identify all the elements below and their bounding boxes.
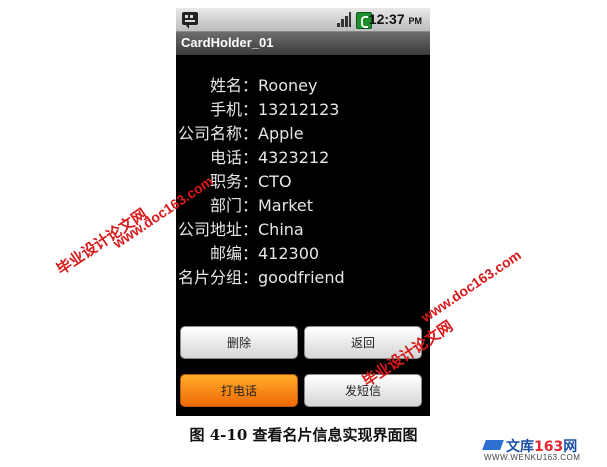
message-icon [182, 12, 198, 29]
logo-url: WWW.WENKU163.COM [484, 453, 581, 462]
status-time: 12:37 PM [368, 11, 422, 27]
field-label: 手机： [209, 100, 258, 119]
watermark-site-url: www.doc163.com [418, 246, 524, 326]
field-label: 电话： [209, 148, 258, 167]
field-label: 职务： [209, 172, 258, 191]
field-position: 职务： CTO [176, 170, 430, 194]
field-label: 名片分组： [177, 268, 258, 287]
field-label: 部门： [209, 196, 258, 215]
wenku163-logo: 文库163网 WWW.WENKU163.COM [482, 436, 604, 464]
field-company: 公司名称： Apple [176, 122, 430, 146]
field-phone: 电话： 4323212 [176, 146, 430, 170]
field-value: 13212123 [258, 100, 340, 119]
field-value: 4323212 [258, 148, 330, 167]
signal-icon [337, 12, 351, 27]
app-title: CardHolder_01 [181, 35, 274, 50]
field-value: Market [258, 196, 313, 215]
graduation-cap-icon [482, 440, 504, 450]
field-label: 姓名： [209, 76, 258, 95]
field-label: 邮编： [209, 244, 258, 263]
field-value: China [258, 220, 304, 239]
field-label: 公司地址： [177, 220, 258, 239]
field-mobile: 手机： 13212123 [176, 98, 430, 122]
field-postcode: 邮编： 412300 [176, 242, 430, 266]
field-department: 部门： Market [176, 194, 430, 218]
app-title-bar: CardHolder_01 [176, 32, 430, 55]
field-value: Rooney [258, 76, 318, 95]
watermark-site-cn: 毕业设计论文网 [53, 205, 151, 279]
delete-button[interactable]: 删除 [180, 326, 298, 359]
field-value: CTO [258, 172, 292, 191]
field-group: 名片分组： goodfriend [176, 266, 430, 290]
field-value: Apple [258, 124, 304, 143]
field-value: goodfriend [258, 268, 345, 287]
status-bar: 12:37 PM [176, 8, 430, 32]
card-detail-list: 姓名： Rooney 手机： 13212123 公司名称： Apple 电话： … [176, 74, 430, 290]
call-button[interactable]: 打电话 [180, 374, 298, 407]
field-label: 公司名称： [177, 124, 258, 143]
field-name: 姓名： Rooney [176, 74, 430, 98]
field-address: 公司地址： China [176, 218, 430, 242]
field-value: 412300 [258, 244, 320, 263]
